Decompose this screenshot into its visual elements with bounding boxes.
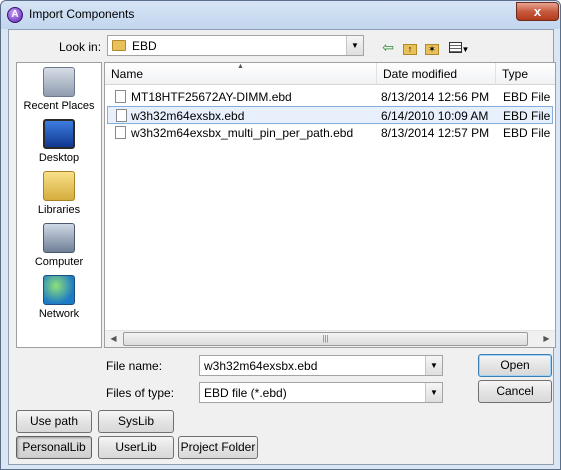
- column-header: Name ▲ Date modified Type: [105, 63, 555, 85]
- file-type: EBD File: [503, 90, 551, 104]
- folder-icon: [112, 40, 126, 51]
- desktop-icon: [43, 119, 75, 149]
- use-path-button[interactable]: Use path: [16, 410, 92, 433]
- file-type: EBD File: [503, 109, 551, 123]
- view-menu-icon[interactable]: ▼: [447, 38, 471, 56]
- network-icon: [43, 275, 75, 305]
- personallib-button[interactable]: PersonalLib: [16, 436, 92, 459]
- file-name: w3h32m64exsbx.ebd: [131, 109, 245, 123]
- file-type-value: EBD file (*.ebd): [204, 386, 287, 400]
- chevron-down-icon[interactable]: ▼: [425, 383, 442, 402]
- file-type-select[interactable]: EBD file (*.ebd) ▼: [199, 382, 443, 403]
- chevron-down-icon[interactable]: ▼: [425, 356, 442, 375]
- scroll-left-icon[interactable]: ◀: [105, 331, 122, 347]
- recent-places-icon: [43, 67, 75, 97]
- window-title: Import Components: [29, 7, 135, 21]
- look-in-combo[interactable]: EBD ▼: [107, 35, 364, 56]
- file-name-label: File name:: [106, 359, 163, 373]
- file-row-selected[interactable]: w3h32m64exsbx.ebd 6/14/2010 10:09 AM EBD…: [107, 106, 553, 124]
- file-list: Name ▲ Date modified Type MT18HTF25672AY…: [104, 62, 556, 348]
- place-label: Network: [38, 308, 80, 320]
- import-components-dialog: A Import Components x Look in: EBD ▼ ⇦ ↑…: [0, 0, 561, 470]
- file-date: 8/13/2014 12:57 PM: [381, 126, 490, 140]
- file-icon: [116, 109, 127, 122]
- place-network[interactable]: Network: [17, 275, 101, 320]
- look-in-label: Look in:: [59, 40, 102, 54]
- file-type-label: Files of type:: [106, 386, 175, 400]
- computer-icon: [43, 223, 75, 253]
- column-date-modified[interactable]: Date modified: [377, 63, 496, 85]
- sort-ascending-icon: ▲: [237, 63, 244, 70]
- file-icon: [115, 90, 126, 103]
- file-name: w3h32m64exsbx_multi_pin_per_path.ebd: [131, 126, 354, 140]
- place-desktop[interactable]: Desktop: [17, 119, 101, 164]
- file-name-input[interactable]: w3h32m64exsbx.ebd ▼: [199, 355, 443, 376]
- scroll-right-icon[interactable]: ▶: [538, 331, 555, 347]
- up-folder-icon[interactable]: ↑: [401, 38, 419, 56]
- file-icon: [115, 126, 126, 139]
- syslib-button[interactable]: SysLib: [98, 410, 174, 433]
- place-libraries[interactable]: Libraries: [17, 171, 101, 216]
- dialog-body: Look in: EBD ▼ ⇦ ↑ ✶ ▼ Recent Places Des…: [8, 29, 556, 465]
- place-recent-places[interactable]: Recent Places: [17, 67, 101, 112]
- cancel-button[interactable]: Cancel: [478, 380, 552, 403]
- place-label: Recent Places: [23, 100, 95, 112]
- look-in-value: EBD: [132, 39, 157, 53]
- close-button[interactable]: x: [516, 2, 559, 21]
- file-date: 8/13/2014 12:56 PM: [381, 90, 490, 104]
- chevron-down-icon[interactable]: ▼: [346, 36, 363, 55]
- place-label: Desktop: [38, 152, 80, 164]
- places-sidebar: Recent Places Desktop Libraries Computer…: [16, 62, 102, 348]
- place-label: Computer: [34, 256, 84, 268]
- back-icon[interactable]: ⇦: [379, 38, 397, 56]
- libraries-icon: [43, 171, 75, 201]
- app-icon: A: [7, 7, 23, 23]
- file-date: 6/14/2010 10:09 AM: [381, 109, 489, 123]
- place-label: Libraries: [37, 204, 81, 216]
- file-type: EBD File: [503, 126, 551, 140]
- open-button[interactable]: Open: [478, 354, 552, 377]
- project-folder-button[interactable]: Project Folder: [178, 436, 258, 459]
- file-name: MT18HTF25672AY-DIMM.ebd: [131, 90, 292, 104]
- new-folder-icon[interactable]: ✶: [423, 38, 441, 56]
- file-row[interactable]: w3h32m64exsbx_multi_pin_per_path.ebd 8/1…: [107, 124, 553, 142]
- file-row[interactable]: MT18HTF25672AY-DIMM.ebd 8/13/2014 12:56 …: [107, 88, 553, 106]
- column-type[interactable]: Type: [496, 63, 555, 85]
- scroll-thumb[interactable]: |||: [123, 332, 528, 346]
- file-name-value: w3h32m64exsbx.ebd: [204, 359, 318, 373]
- userlib-button[interactable]: UserLib: [98, 436, 174, 459]
- horizontal-scrollbar[interactable]: ◀ ||| ▶: [105, 330, 555, 347]
- place-computer[interactable]: Computer: [17, 223, 101, 268]
- title-bar[interactable]: A Import Components x: [1, 1, 560, 29]
